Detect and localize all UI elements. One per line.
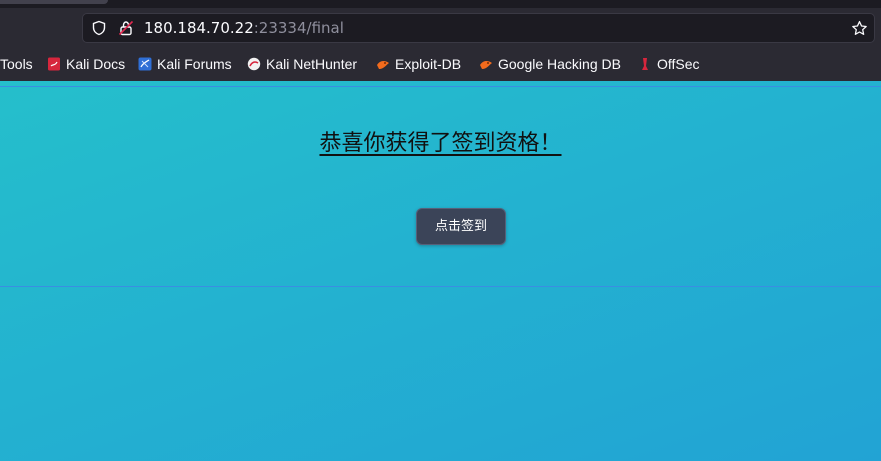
bookmark-offsec[interactable]: OffSec — [638, 55, 700, 73]
headline-text: 恭喜你获得了签到资格！ — [319, 131, 562, 156]
kali-nethunter-icon — [247, 57, 261, 71]
sign-in-button[interactable]: 点击签到 — [416, 208, 506, 245]
bookmarks-toolbar: Tools Kali Docs Kali Forums Kali NetHunt… — [0, 48, 881, 81]
insecure-lock-icon[interactable] — [118, 20, 134, 36]
url-host: 180.184.70.22 — [144, 19, 254, 37]
bookmark-label: Exploit-DB — [395, 56, 462, 72]
bookmark-label: Kali NetHunter — [266, 56, 358, 72]
bookmark-exploit-db[interactable]: Exploit-DB — [376, 55, 461, 73]
bookmark-label: Tools — [0, 56, 33, 72]
kali-forums-icon — [138, 57, 152, 71]
bookmark-tools[interactable]: Tools — [0, 55, 33, 73]
active-tab-edge[interactable] — [0, 0, 108, 4]
exploit-db-icon — [377, 60, 389, 69]
top-divider — [0, 86, 881, 87]
bookmark-label: Kali Docs — [66, 56, 126, 72]
url-text[interactable]: 180.184.70.22:23334/final — [144, 19, 344, 37]
bookmark-label: OffSec — [657, 56, 700, 72]
tab-strip — [0, 0, 881, 8]
page-title: 恭喜你获得了签到资格！ — [0, 130, 881, 158]
tracking-protection-shield-icon[interactable] — [91, 20, 107, 36]
navigation-toolbar: 180.184.70.22:23334/final — [0, 8, 881, 48]
bookmark-label: Kali Forums — [157, 56, 232, 72]
kali-docs-icon — [48, 57, 60, 71]
bookmark-star-icon[interactable] — [851, 20, 868, 37]
google-hacking-db-icon — [480, 60, 492, 69]
bookmark-kali-docs[interactable]: Kali Docs — [47, 55, 125, 73]
bookmark-kali-nethunter[interactable]: Kali NetHunter — [247, 55, 357, 73]
url-path: :23334/final — [253, 19, 344, 37]
bookmark-google-hacking-db[interactable]: Google Hacking DB — [479, 55, 621, 73]
offsec-icon — [642, 58, 648, 70]
address-bar[interactable]: 180.184.70.22:23334/final — [82, 13, 875, 43]
bottom-divider — [0, 286, 881, 287]
bookmark-kali-forums[interactable]: Kali Forums — [138, 55, 232, 73]
bookmark-label: Google Hacking DB — [498, 56, 621, 72]
page-content: 恭喜你获得了签到资格！ 点击签到 — [0, 81, 881, 461]
